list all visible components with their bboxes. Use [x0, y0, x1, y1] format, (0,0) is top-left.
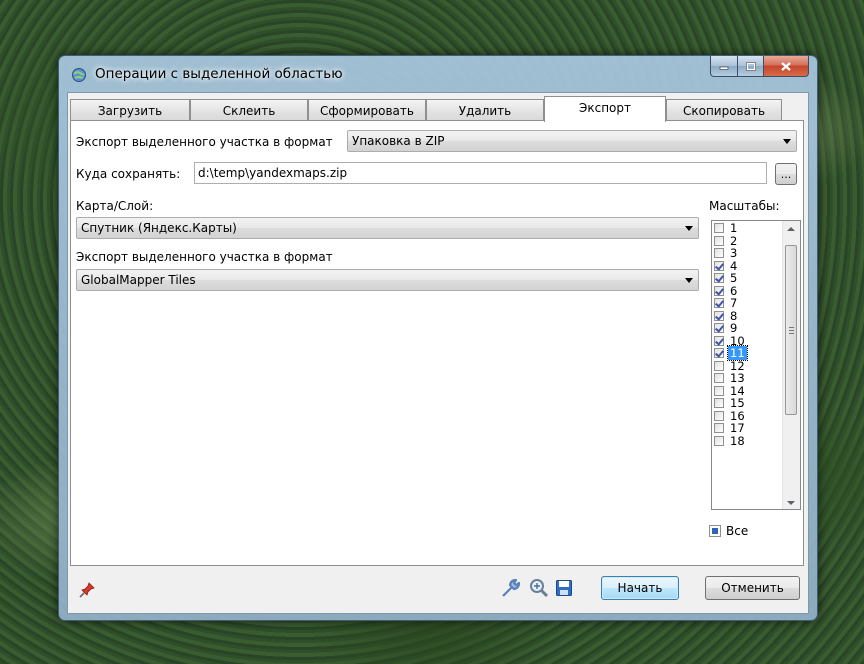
cancel-button[interactable]: Отменить — [705, 576, 800, 600]
export-panel: Экспорт выделенного участка в формат Упа… — [70, 120, 804, 566]
operations-dialog: Операции с выделенной областью Загрузить… — [58, 55, 818, 621]
pin-icon[interactable] — [78, 581, 96, 599]
app-globe-icon — [72, 68, 86, 82]
save-path-value: d:\temp\yandexmaps.zip — [198, 166, 348, 180]
save-icon[interactable] — [555, 579, 573, 597]
scale-item[interactable]: 17 — [714, 421, 784, 435]
select-all-label: Все — [726, 524, 749, 538]
chevron-down-icon — [783, 139, 791, 144]
scroll-up-icon[interactable] — [787, 227, 795, 231]
scale-item[interactable]: 18 — [714, 433, 784, 448]
window-title: Операции с выделенной областью — [95, 66, 343, 82]
scroll-down-icon[interactable] — [787, 501, 795, 505]
save-path-input[interactable]: d:\temp\yandexmaps.zip — [194, 162, 767, 184]
grip-line — [789, 330, 794, 331]
scale-checkbox[interactable] — [714, 398, 724, 409]
tab-merge[interactable]: Склеить — [190, 99, 308, 121]
scale-item[interactable]: 3 — [714, 246, 784, 260]
minimize-button[interactable] — [710, 56, 738, 77]
scale-label: 18 — [730, 433, 745, 448]
tab-export[interactable]: Экспорт — [544, 96, 666, 122]
scale-checkbox[interactable] — [714, 360, 724, 371]
scale-item[interactable]: 12 — [714, 359, 784, 373]
scale-checkbox[interactable] — [714, 260, 724, 271]
chevron-down-icon — [685, 226, 693, 231]
scale-item[interactable]: 10 — [714, 334, 784, 348]
checkbox-indeterminate[interactable] — [709, 525, 721, 537]
scale-item[interactable]: 6 — [714, 284, 784, 298]
tab-label: Загрузить — [97, 103, 163, 118]
scales-label: Масштабы: — [709, 199, 780, 213]
title-bar[interactable]: Операции с выделенной областью — [59, 56, 817, 92]
tab-label: Удалить — [458, 103, 512, 118]
scale-item[interactable]: 2 — [714, 234, 784, 248]
dialog-client-area: Загрузить Склеить Сформировать Удалить Э… — [67, 92, 809, 614]
scale-item[interactable]: 7 — [714, 296, 784, 310]
tab-generate[interactable]: Сформировать — [308, 99, 426, 121]
browse-button[interactable]: ... — [775, 163, 797, 185]
grip-line — [789, 327, 794, 328]
scale-item[interactable]: 14 — [714, 384, 784, 398]
scale-item[interactable]: 13 — [714, 371, 784, 385]
close-button[interactable] — [764, 56, 809, 77]
export-format-value: Упаковка в ZIP — [352, 134, 445, 148]
export-format-label: Экспорт выделенного участка в формат — [76, 135, 333, 149]
chevron-down-icon — [685, 278, 693, 283]
minimize-icon — [719, 66, 729, 70]
cancel-button-label: Отменить — [721, 581, 784, 595]
scale-checkbox[interactable] — [714, 273, 724, 284]
tile-format-value: GlobalMapper Tiles — [81, 273, 196, 287]
scale-item[interactable]: 16 — [714, 409, 784, 423]
tab-copy[interactable]: Скопировать — [666, 99, 782, 121]
scale-item[interactable]: 4 — [714, 259, 784, 273]
browse-label: ... — [780, 167, 792, 181]
scale-checkbox[interactable] — [714, 310, 724, 321]
scale-checkbox[interactable] — [714, 223, 724, 234]
tab-delete[interactable]: Удалить — [426, 99, 544, 121]
tab-load[interactable]: Загрузить — [70, 99, 190, 121]
scale-checkbox[interactable] — [714, 435, 724, 446]
scale-checkbox[interactable] — [714, 335, 724, 346]
start-button[interactable]: Начать — [601, 576, 679, 600]
map-layer-select[interactable]: Спутник (Яндекс.Карты) — [76, 217, 699, 239]
scales-checklist[interactable]: 1 2 3 4 5 6 7 8 9 10 11 12 13 14 15 16 17 18 — [711, 220, 801, 510]
scale-item[interactable]: 8 — [714, 309, 784, 323]
scale-checkbox[interactable] — [714, 348, 724, 359]
save-to-label: Куда сохранять: — [76, 167, 181, 181]
scale-checkbox[interactable] — [714, 323, 724, 334]
scale-checkbox[interactable] — [714, 423, 724, 434]
scale-item[interactable]: 1 — [714, 221, 784, 235]
scale-checkbox[interactable] — [714, 385, 724, 396]
scale-checkbox[interactable] — [714, 373, 724, 384]
grip-line — [789, 333, 794, 334]
scale-item[interactable]: 11 — [714, 345, 784, 362]
scale-item[interactable]: 5 — [714, 271, 784, 285]
tab-label: Склеить — [222, 103, 276, 118]
tab-label: Скопировать — [682, 103, 766, 118]
map-layer-value: Спутник (Яндекс.Карты) — [81, 221, 237, 235]
scale-item[interactable]: 15 — [714, 396, 784, 410]
close-icon — [781, 61, 791, 71]
export-format-select[interactable]: Упаковка в ZIP — [347, 130, 797, 152]
scale-checkbox[interactable] — [714, 410, 724, 421]
tab-label: Сформировать — [320, 103, 414, 118]
map-layer-label: Карта/Слой: — [76, 199, 154, 213]
tool-icon[interactable] — [500, 577, 522, 599]
scale-checkbox[interactable] — [714, 248, 724, 259]
scales-scrollbar[interactable] — [782, 221, 800, 509]
start-button-label: Начать — [617, 581, 663, 595]
scale-checkbox[interactable] — [714, 285, 724, 296]
tile-format-label: Экспорт выделенного участка в формат — [76, 250, 333, 264]
tab-label: Экспорт — [578, 101, 632, 115]
scale-checkbox[interactable] — [714, 298, 724, 309]
select-all-checkbox[interactable]: Все — [709, 524, 748, 538]
scale-checkbox[interactable] — [714, 235, 724, 246]
maximize-icon — [745, 61, 756, 71]
scroll-thumb[interactable] — [785, 245, 797, 415]
scale-item[interactable]: 9 — [714, 321, 784, 335]
zoom-icon[interactable] — [528, 577, 550, 599]
tab-strip: Загрузить Склеить Сформировать Удалить Э… — [70, 96, 808, 122]
maximize-button[interactable] — [738, 56, 764, 77]
tile-format-select[interactable]: GlobalMapper Tiles — [76, 269, 699, 291]
